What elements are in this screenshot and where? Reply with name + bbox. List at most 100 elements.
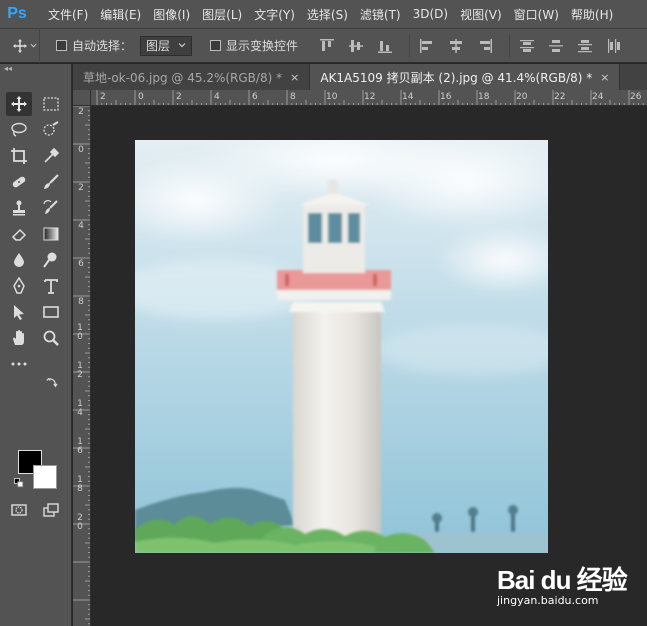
eyedropper-icon (44, 147, 60, 163)
rectangle-tool[interactable] (38, 300, 64, 324)
collapse-toolbar-button[interactable]: ◂◂ (0, 64, 71, 74)
ruler-label: 10 (77, 323, 83, 342)
distribute-vcenter-button[interactable] (545, 35, 567, 57)
rectangle-icon (43, 306, 59, 318)
align-hcenter-button[interactable] (445, 35, 467, 57)
show-transform-label: 显示变换控件 (226, 39, 299, 53)
distribute-top-button[interactable] (516, 35, 538, 57)
auto-select-target-dropdown[interactable]: 图层 (140, 35, 193, 56)
eyedropper-tool[interactable] (38, 144, 64, 168)
document-canvas[interactable] (92, 107, 647, 626)
ruler-label: 12 (77, 361, 83, 380)
menu-help[interactable]: 帮助(H) (565, 6, 619, 23)
brush-icon (44, 174, 59, 189)
ruler-origin[interactable] (73, 90, 91, 106)
horizontal-ruler[interactable]: 2 0 2 4 6 8 10 12 14 16 18 20 22 24 26 (91, 90, 647, 106)
align-group (316, 34, 632, 57)
brush-tool[interactable] (38, 170, 64, 194)
close-icon[interactable]: × (290, 71, 299, 84)
menu-window[interactable]: 窗口(W) (508, 6, 565, 23)
menu-file[interactable]: 文件(F) (42, 6, 94, 23)
bandage-icon (12, 176, 26, 188)
chevron-down-icon (178, 42, 186, 47)
menu-edit[interactable]: 编辑(E) (94, 6, 147, 23)
quick-selection-icon (43, 121, 59, 136)
align-top-icon (320, 38, 335, 51)
distribute-bottom-button[interactable] (574, 35, 596, 57)
crop-icon (11, 148, 27, 164)
ruler-label: 2 (176, 92, 182, 102)
tab-label: AK1A5109 拷贝副本 (2).jpg @ 41.4%(RGB/8) * (320, 70, 593, 85)
align-top-button[interactable] (316, 35, 338, 57)
menu-3d[interactable]: 3D(D) (407, 7, 454, 21)
screen-mode-button[interactable] (38, 498, 64, 522)
quick-mask-button[interactable] (6, 498, 32, 522)
clone-stamp-tool[interactable] (6, 196, 32, 220)
ruler-label: 26 (630, 92, 642, 102)
swap-colors-button[interactable] (44, 376, 60, 390)
quick-selection-tool[interactable] (38, 118, 64, 142)
move-tool-preset[interactable] (0, 28, 40, 63)
auto-select-checkbox[interactable] (56, 40, 67, 51)
lighthouse-image (135, 140, 548, 553)
ruler-label: 16 (440, 92, 452, 102)
move-tool[interactable] (6, 92, 32, 116)
ruler-label: 10 (326, 92, 338, 102)
pen-icon (13, 277, 25, 294)
crop-tool[interactable] (6, 144, 32, 168)
ruler-label: 14 (402, 92, 414, 102)
type-tool[interactable] (38, 274, 64, 298)
menu-type[interactable]: 文字(Y) (248, 6, 301, 23)
type-icon (44, 279, 58, 294)
photoshop-logo: Ps (7, 5, 27, 22)
align-right-button[interactable] (474, 35, 496, 57)
baidu-jingyan-watermark: Bai du 经验 jingyan.baidu.com (497, 560, 637, 612)
ruler-label: 2 (78, 107, 84, 117)
distribute-left-button[interactable] (603, 35, 625, 57)
zoom-tool[interactable] (38, 326, 64, 350)
ruler-label: 0 (138, 92, 144, 102)
zoom-icon (43, 330, 59, 346)
dodge-tool[interactable] (38, 248, 64, 272)
move-icon (11, 96, 27, 112)
menu-view[interactable]: 视图(V) (454, 6, 508, 23)
default-colors-button[interactable] (12, 476, 26, 490)
options-bar: 自动选择： 图层 显示变换控件 (0, 28, 647, 63)
ruler-label: 2 (100, 92, 106, 102)
distribute-left-icon (608, 38, 621, 53)
hand-tool[interactable] (6, 326, 32, 350)
menu-select[interactable]: 选择(S) (301, 6, 354, 23)
menu-layer[interactable]: 图层(L) (196, 6, 248, 23)
ruler-label: 8 (290, 92, 296, 102)
background-color-swatch[interactable] (33, 465, 57, 489)
gradient-tool[interactable] (38, 222, 64, 246)
show-transform-checkbox[interactable] (210, 40, 222, 51)
tab-lighthouse-image[interactable]: AK1A5109 拷贝副本 (2).jpg @ 41.4%(RGB/8) * × (310, 64, 621, 90)
history-brush-tool[interactable] (38, 196, 64, 220)
quick-mask-icon (11, 504, 27, 516)
distribute-top-icon (520, 39, 535, 52)
distribute-bottom-icon (578, 39, 593, 52)
pen-tool[interactable] (6, 274, 32, 298)
align-left-button[interactable] (416, 35, 438, 57)
align-vcenter-button[interactable] (345, 35, 367, 57)
close-icon[interactable]: × (600, 71, 609, 84)
ruler-label: 18 (77, 475, 83, 494)
eraser-tool[interactable] (6, 222, 32, 246)
marquee-tool[interactable] (38, 92, 64, 116)
align-right-icon (480, 38, 493, 53)
menu-image[interactable]: 图像(I) (147, 6, 196, 23)
lighthouse-photo[interactable] (135, 140, 548, 553)
edit-toolbar-button[interactable] (6, 352, 32, 376)
blur-tool[interactable] (6, 248, 32, 272)
vertical-ruler[interactable]: 2 0 2 4 6 8 10 12 14 16 18 20 (73, 106, 91, 626)
gradient-icon (43, 227, 59, 241)
healing-brush-tool[interactable] (6, 170, 32, 194)
menu-filter[interactable]: 滤镜(T) (354, 6, 407, 23)
path-selection-tool[interactable] (6, 300, 32, 324)
align-bottom-button[interactable] (374, 35, 396, 57)
divider (409, 34, 411, 57)
history-brush-icon (43, 200, 58, 214)
lasso-tool[interactable] (6, 118, 32, 142)
tab-grass-image[interactable]: 草地-ok-06.jpg @ 45.2%(RGB/8) * × (73, 64, 311, 90)
